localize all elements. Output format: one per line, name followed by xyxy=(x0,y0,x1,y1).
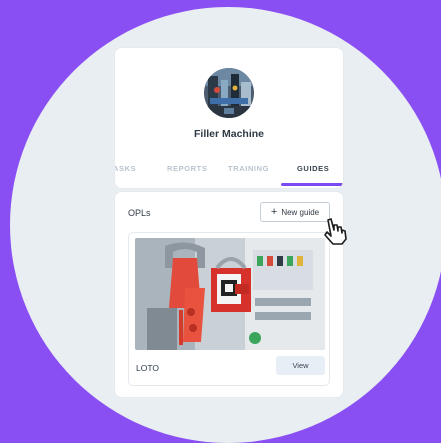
tab-bar: ASKS REPORTS TRAINING GUIDES xyxy=(115,160,343,188)
opls-card: OPLs + New guide LOTO View xyxy=(114,191,344,398)
tab-training[interactable]: TRAINING xyxy=(228,164,269,173)
tab-guides[interactable]: GUIDES xyxy=(297,164,329,173)
hand-pointer-icon xyxy=(319,216,349,246)
new-guide-label: New guide xyxy=(281,207,320,217)
active-tab-indicator xyxy=(281,183,343,186)
opl-item[interactable]: LOTO View xyxy=(128,232,330,386)
plus-icon: + xyxy=(270,205,278,218)
machine-title: Filler Machine xyxy=(193,128,265,140)
loto-photo xyxy=(135,238,325,350)
machine-card: Filler Machine ASKS REPORTS TRAINING GUI… xyxy=(114,47,344,189)
opls-section-title: OPLs xyxy=(128,208,151,218)
view-button[interactable]: View xyxy=(276,356,325,375)
opl-item-label: LOTO xyxy=(136,363,159,373)
machine-avatar xyxy=(204,68,254,118)
tab-tasks[interactable]: ASKS xyxy=(115,164,136,173)
tab-reports[interactable]: REPORTS xyxy=(167,164,207,173)
